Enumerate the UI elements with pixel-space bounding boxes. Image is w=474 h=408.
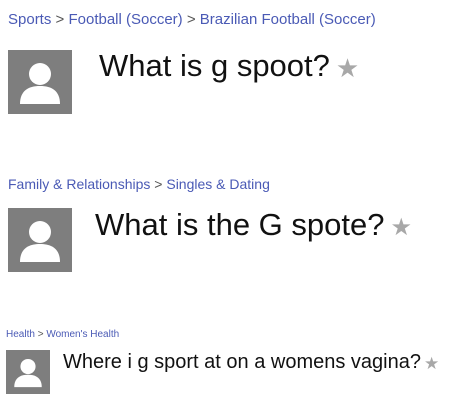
- user-avatar-icon[interactable]: [8, 50, 72, 114]
- question-title-row: What is the G spote? ★: [95, 207, 412, 243]
- default-user-avatar-icon: [20, 221, 60, 262]
- breadcrumb-link-singles-dating[interactable]: Singles & Dating: [166, 176, 270, 192]
- breadcrumb-separator: >: [186, 11, 196, 28]
- question-title[interactable]: What is g spoot?: [99, 48, 330, 84]
- breadcrumb-link-health[interactable]: Health: [6, 329, 35, 340]
- star-icon[interactable]: ★: [336, 53, 359, 84]
- breadcrumb: Family & Relationships > Singles & Datin…: [8, 176, 270, 192]
- question-title-row: What is g spoot? ★: [99, 48, 359, 84]
- user-avatar-icon[interactable]: [6, 350, 50, 394]
- question-title[interactable]: What is the G spote?: [95, 207, 384, 243]
- question-title-row: Where i g sport at on a womens vagina? ★: [63, 351, 439, 374]
- user-avatar-icon[interactable]: [8, 208, 72, 272]
- star-icon[interactable]: ★: [424, 354, 439, 374]
- breadcrumb: Health > Women's Health: [6, 329, 119, 340]
- breadcrumb-link-womens-health[interactable]: Women's Health: [46, 329, 119, 340]
- default-user-avatar-icon: [20, 63, 60, 104]
- default-user-avatar-icon: [14, 358, 42, 388]
- breadcrumb-link-family-relationships[interactable]: Family & Relationships: [8, 176, 150, 192]
- question-title[interactable]: Where i g sport at on a womens vagina?: [63, 351, 421, 374]
- breadcrumb-separator: >: [154, 176, 163, 192]
- breadcrumb: Sports > Football (Soccer) > Brazilian F…: [8, 11, 376, 28]
- breadcrumb-separator: >: [55, 11, 65, 28]
- breadcrumb-separator: >: [37, 329, 44, 340]
- breadcrumb-link-sports[interactable]: Sports: [8, 11, 51, 28]
- breadcrumb-link-brazilian-football[interactable]: Brazilian Football (Soccer): [200, 11, 376, 28]
- breadcrumb-link-football[interactable]: Football (Soccer): [68, 11, 182, 28]
- star-icon[interactable]: ★: [390, 213, 412, 242]
